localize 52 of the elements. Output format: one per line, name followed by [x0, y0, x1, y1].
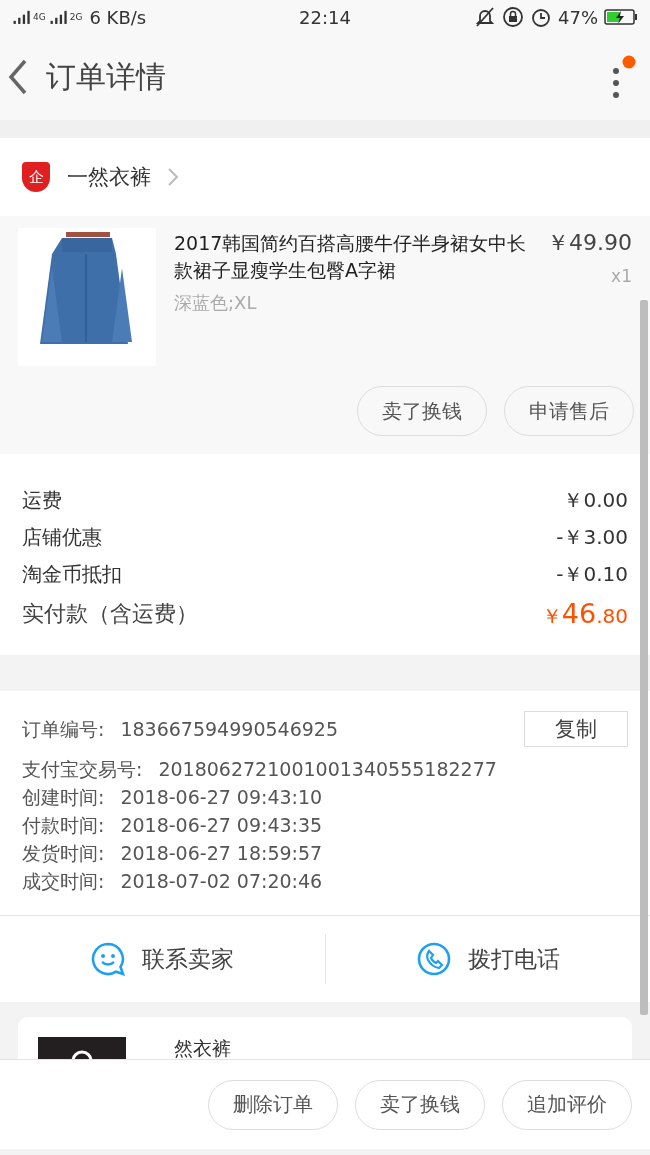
info-value: 2018062721001001340555182277: [158, 757, 498, 782]
alarm-icon: [530, 6, 552, 28]
info-label: 创建时间:: [22, 785, 105, 810]
cost-value: -￥0.10: [556, 561, 628, 588]
enterprise-badge: 企: [22, 162, 50, 192]
cost-value: -￥3.00: [556, 524, 628, 551]
store-name[interactable]: 一然衣裤: [67, 163, 151, 191]
network-speed: 6 KB/s: [89, 6, 147, 28]
mute-icon: [474, 6, 496, 28]
action-button[interactable]: 追加评价: [502, 1079, 632, 1130]
info-label: 支付宝交易号:: [22, 757, 143, 782]
copy-button[interactable]: 复制: [524, 711, 628, 747]
signal-icon: [48, 9, 69, 25]
network-label: 4G: [33, 12, 46, 22]
cost-label: 淘金币抵扣: [22, 561, 122, 588]
battery-percent: 47%: [558, 6, 598, 28]
chat-bubble-icon[interactable]: [90, 941, 127, 977]
recommendation-card[interactable]: 然衣裤: [18, 1017, 632, 1059]
total-label: 实付款（含运费）: [22, 600, 198, 628]
info-label: 订单编号:: [22, 717, 105, 742]
info-value: 183667594990546925: [120, 717, 339, 742]
rotation-lock-icon: [502, 6, 524, 28]
action-button[interactable]: 申请售后: [504, 386, 634, 436]
info-value: 2018-06-27 18:59:57: [120, 841, 324, 866]
cost-value: ￥0.00: [563, 487, 628, 514]
action-button[interactable]: 卖了换钱: [357, 386, 487, 436]
page-title: 订单详情: [46, 57, 167, 96]
network-label: 2G: [69, 12, 83, 22]
cost-label: 店铺优惠: [22, 524, 102, 551]
product-price: ￥49.90: [547, 229, 632, 257]
recommendation-title: 然衣裤: [174, 1037, 231, 1059]
info-label: 成交时间:: [22, 869, 105, 894]
clock: 22:14: [299, 6, 351, 28]
info-label: 付款时间:: [22, 813, 105, 838]
total-amount: ￥46.80: [541, 597, 628, 631]
product-quantity: x1: [611, 266, 632, 286]
info-value: 2018-06-27 09:43:10: [120, 785, 324, 810]
battery-icon: [604, 8, 638, 26]
chevron-right-icon[interactable]: [167, 167, 179, 187]
signal-icon: [12, 9, 32, 25]
info-value: 2018-07-02 07:20:46: [120, 869, 324, 894]
contact-label[interactable]: 联系卖家: [142, 943, 235, 975]
product-variant: 深蓝色;XL: [174, 291, 258, 315]
info-value: 2018-06-27 09:43:35: [120, 813, 324, 838]
back-icon[interactable]: [8, 59, 28, 95]
cost-label: 运费: [22, 487, 62, 514]
action-button[interactable]: 卖了换钱: [355, 1079, 485, 1130]
contact-label[interactable]: 拨打电话: [467, 943, 560, 975]
action-button[interactable]: 删除订单: [208, 1079, 338, 1130]
info-label: 发货时间:: [22, 841, 105, 866]
phone-icon[interactable]: [415, 941, 452, 977]
product-title[interactable]: 2017韩国简约百搭高腰牛仔半身裙女中长款裙子显瘦学生包臀A字裙: [174, 230, 532, 284]
